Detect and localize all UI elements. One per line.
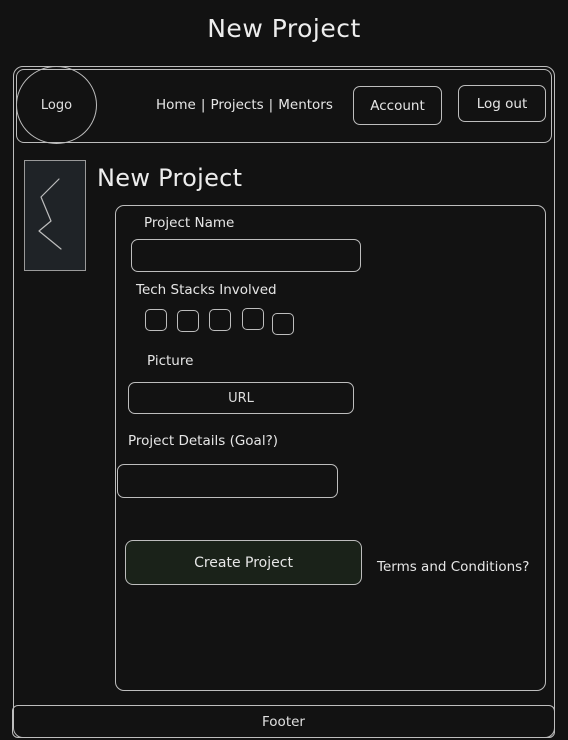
logo[interactable]: Logo — [16, 66, 97, 144]
page-title: New Project — [207, 14, 361, 43]
terms-and-conditions-link[interactable]: Terms and Conditions? — [377, 559, 529, 575]
tech-stack-checkbox[interactable] — [177, 310, 199, 332]
create-project-button[interactable]: Create Project — [125, 540, 362, 585]
picture-label: Picture — [147, 353, 194, 369]
tech-stack-checkbox[interactable] — [242, 308, 264, 330]
project-details-input[interactable] — [117, 464, 338, 498]
project-details-label: Project Details (Goal?) — [128, 433, 279, 449]
form-section-title: New Project — [97, 164, 243, 192]
footer: Footer — [12, 705, 555, 738]
nav-separator: | — [268, 97, 274, 113]
tech-stack-checkbox[interactable] — [209, 309, 231, 331]
nav-mentors-link[interactable]: Mentors — [278, 97, 333, 113]
main-nav: Home | Projects | Mentors — [156, 97, 333, 113]
nav-separator: | — [200, 97, 206, 113]
tech-stacks-label: Tech Stacks Involved — [136, 282, 277, 298]
picture-url-input[interactable]: URL — [128, 382, 354, 414]
project-name-label: Project Name — [144, 215, 235, 231]
tech-stack-checkbox[interactable] — [272, 313, 294, 335]
image-placeholder-icon — [38, 178, 62, 250]
tech-stack-checkbox[interactable] — [145, 309, 167, 331]
nav-home-link[interactable]: Home — [156, 97, 196, 113]
logout-button[interactable]: Log out — [458, 85, 546, 122]
account-button[interactable]: Account — [353, 86, 442, 125]
sidebar-image-placeholder — [24, 160, 86, 271]
nav-projects-link[interactable]: Projects — [210, 97, 263, 113]
project-name-input[interactable] — [131, 239, 361, 272]
